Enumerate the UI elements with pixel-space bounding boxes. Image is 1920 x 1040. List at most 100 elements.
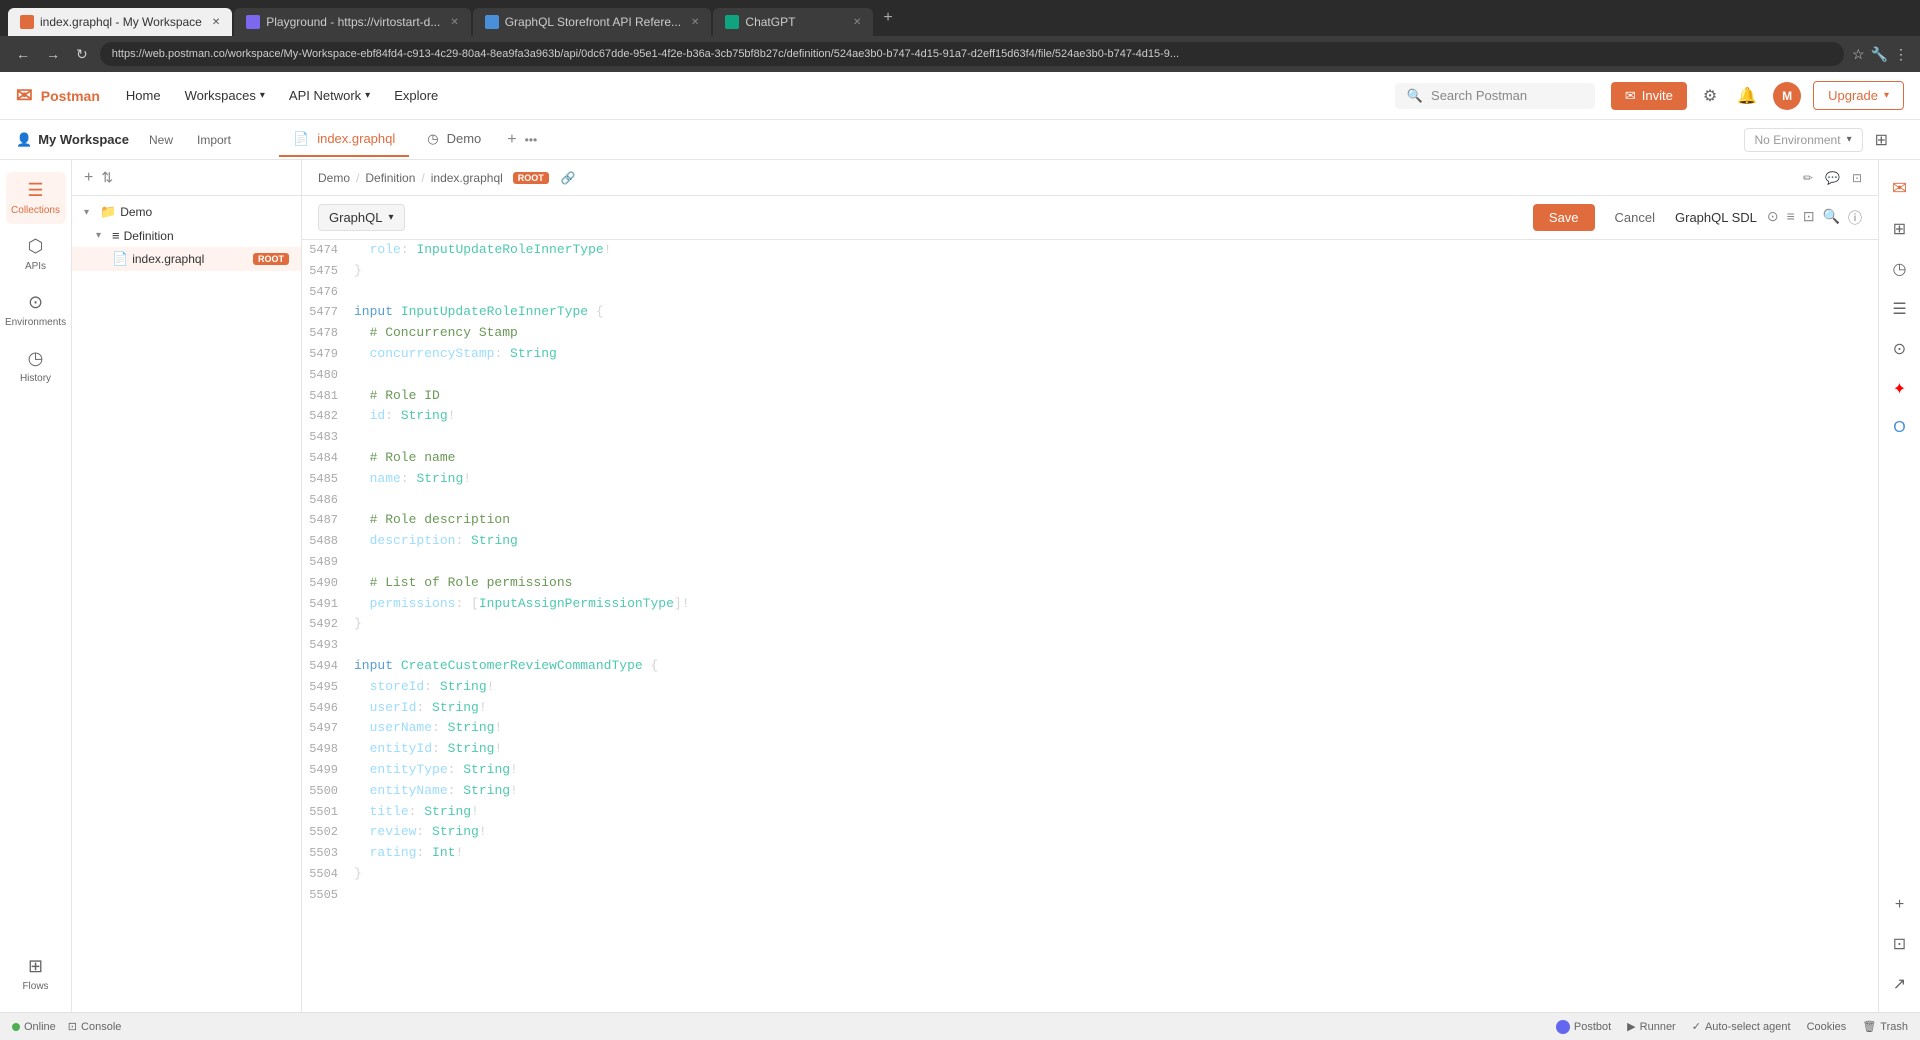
browser-tab-3[interactable]: GraphQL Storefront API Refere... ✕ bbox=[473, 8, 712, 36]
rs-icon-7[interactable]: O bbox=[1887, 413, 1911, 443]
tab-demo[interactable]: ◷ Demo bbox=[413, 123, 495, 157]
browser-tab-4[interactable]: ChatGPT ✕ bbox=[713, 8, 873, 36]
browser-tab-2[interactable]: Playground - https://virtostart-d... ✕ bbox=[234, 8, 470, 36]
code-line: 5491 permissions: [InputAssignPermission… bbox=[302, 594, 1878, 615]
new-tab-button[interactable]: + bbox=[875, 9, 900, 27]
trash-button[interactable]: 🗑 Trash bbox=[1862, 1020, 1908, 1033]
tab-close-4[interactable]: ✕ bbox=[853, 17, 861, 28]
align-icon[interactable]: ≡ bbox=[1787, 208, 1795, 228]
console-button[interactable]: ⊡ Console bbox=[68, 1020, 122, 1033]
sidebar-item-apis[interactable]: ⬡ APIs bbox=[6, 228, 66, 280]
help-icon[interactable]: ⓘ bbox=[1848, 208, 1862, 228]
sidebar-item-history[interactable]: ◷ History bbox=[6, 340, 66, 392]
share-icon[interactable]: ⊡ bbox=[1852, 171, 1862, 185]
forward-button[interactable]: → bbox=[42, 42, 64, 66]
demo-label: Demo bbox=[120, 205, 289, 219]
apis-icon: ⬡ bbox=[28, 236, 44, 257]
breadcrumb-link-icon[interactable]: 🔗 bbox=[561, 171, 576, 185]
tab-close-3[interactable]: ✕ bbox=[691, 17, 699, 28]
bookmark-icon[interactable]: ☆ bbox=[1852, 46, 1865, 63]
sidebar-item-environments[interactable]: ⊙ Environments bbox=[6, 284, 66, 336]
demo-arrow: ▾ bbox=[84, 207, 96, 218]
tree-item-definition[interactable]: ▾ ≡ Definition bbox=[72, 224, 301, 247]
format-icon[interactable]: ⊙ bbox=[1767, 208, 1779, 228]
tree-item-demo[interactable]: ▾ 📁 Demo bbox=[72, 200, 301, 224]
status-right: Postbot ▶ Runner ✓ Auto-select agent Coo… bbox=[1556, 1020, 1908, 1034]
rs-icon-2[interactable]: ⊞ bbox=[1887, 213, 1912, 245]
save-button[interactable]: Save bbox=[1533, 204, 1595, 231]
sidebar-item-flows[interactable]: ⊞ Flows bbox=[6, 948, 66, 1000]
import-button[interactable]: Import bbox=[189, 129, 239, 151]
sidebar-item-collections[interactable]: ☰ Collections bbox=[6, 172, 66, 224]
panel-sort-icon[interactable]: ⇅ bbox=[101, 169, 113, 186]
menu-icon[interactable]: ⋮ bbox=[1894, 46, 1908, 63]
line-number: 5482 bbox=[302, 407, 354, 426]
rs-add-icon[interactable]: + bbox=[1889, 890, 1910, 920]
search-bar[interactable]: 🔍 Search Postman bbox=[1395, 83, 1595, 109]
line-number: 5505 bbox=[302, 886, 354, 905]
runner-button[interactable]: ▶ Runner bbox=[1627, 1020, 1676, 1033]
edit-icon[interactable]: ✏ bbox=[1803, 171, 1813, 185]
rs-icon-4[interactable]: ☰ bbox=[1886, 293, 1912, 325]
rs-icon-1[interactable]: ✉ bbox=[1886, 172, 1913, 205]
env-settings-button[interactable]: ⊞ bbox=[1871, 126, 1892, 154]
api-network-label: API Network bbox=[289, 88, 361, 103]
invite-button[interactable]: ✉ Invite bbox=[1611, 82, 1687, 110]
browser-tab-1[interactable]: index.graphql - My Workspace ✕ bbox=[8, 8, 232, 36]
add-tab-button[interactable]: + bbox=[507, 131, 516, 149]
nav-home[interactable]: Home bbox=[116, 82, 171, 109]
rs-icon-6[interactable]: ✦ bbox=[1887, 373, 1912, 405]
breadcrumb-definition[interactable]: Definition bbox=[365, 171, 415, 185]
comment-icon[interactable]: 💬 bbox=[1825, 171, 1840, 185]
more-tabs-button[interactable]: ••• bbox=[525, 133, 538, 147]
line-number: 5492 bbox=[302, 615, 354, 634]
reload-button[interactable]: ↻ bbox=[72, 42, 92, 67]
graphql-selector[interactable]: GraphQL ▾ bbox=[318, 204, 405, 231]
cookies-button[interactable]: Cookies bbox=[1807, 1021, 1847, 1033]
cancel-button[interactable]: Cancel bbox=[1605, 204, 1665, 231]
rs-external-icon[interactable]: ↗ bbox=[1887, 968, 1912, 1000]
left-sidebar: ☰ Collections ⬡ APIs ⊙ Environments ◷ Hi… bbox=[0, 160, 72, 1012]
extensions-icon[interactable]: 🔧 bbox=[1871, 46, 1888, 63]
console-label: Console bbox=[81, 1021, 121, 1033]
tab-index-graphql[interactable]: 📄 index.graphql bbox=[279, 123, 409, 157]
line-content: userName: String! bbox=[354, 718, 1878, 739]
new-button[interactable]: New bbox=[141, 129, 181, 151]
code-line: 5477input InputUpdateRoleInnerType { bbox=[302, 302, 1878, 323]
avatar[interactable]: M bbox=[1773, 82, 1801, 110]
notifications-button[interactable]: 🔔 bbox=[1733, 82, 1761, 110]
settings-button[interactable]: ⚙ bbox=[1699, 82, 1721, 110]
code-editor[interactable]: 5474 role: InputUpdateRoleInnerType!5475… bbox=[302, 240, 1878, 1012]
tab-close-1[interactable]: ✕ bbox=[212, 17, 220, 28]
code-line: 5505 bbox=[302, 885, 1878, 906]
upgrade-button[interactable]: Upgrade ▾ bbox=[1813, 81, 1904, 110]
rs-icon-5[interactable]: ⊙ bbox=[1887, 333, 1912, 365]
logo-text: Postman bbox=[41, 88, 100, 104]
nav-api-network[interactable]: API Network ▾ bbox=[279, 82, 380, 109]
env-label: No Environment bbox=[1755, 133, 1841, 147]
breadcrumb-sep-1: / bbox=[356, 171, 359, 185]
panel-add-icon[interactable]: + bbox=[84, 169, 93, 187]
auto-select-button[interactable]: ✓ Auto-select agent bbox=[1692, 1020, 1791, 1033]
search-code-icon[interactable]: 🔍 bbox=[1823, 208, 1840, 228]
back-button[interactable]: ← bbox=[12, 42, 34, 66]
breadcrumb-demo[interactable]: Demo bbox=[318, 171, 350, 185]
index-graphql-label: index.graphql bbox=[132, 252, 249, 266]
code-line: 5478 # Concurrency Stamp bbox=[302, 323, 1878, 344]
postbot-button[interactable]: Postbot bbox=[1556, 1020, 1611, 1034]
line-number: 5489 bbox=[302, 553, 354, 572]
line-number: 5478 bbox=[302, 324, 354, 343]
tree-item-index-graphql[interactable]: 📄 index.graphql ROOT bbox=[72, 247, 301, 271]
nav-explore[interactable]: Explore bbox=[384, 82, 448, 109]
online-status[interactable]: Online bbox=[12, 1021, 56, 1033]
line-number: 5474 bbox=[302, 241, 354, 260]
url-bar[interactable] bbox=[100, 42, 1844, 66]
collections-icon: ☰ bbox=[27, 180, 43, 201]
rs-icon-3[interactable]: ◷ bbox=[1887, 253, 1913, 285]
tab-close-2[interactable]: ✕ bbox=[450, 17, 458, 28]
env-selector[interactable]: No Environment ▾ bbox=[1744, 128, 1863, 152]
nav-workspaces[interactable]: Workspaces ▾ bbox=[175, 82, 275, 109]
rs-expand-icon[interactable]: ⊡ bbox=[1887, 928, 1912, 960]
breadcrumb-index-graphql[interactable]: index.graphql bbox=[431, 171, 503, 185]
copy-icon[interactable]: ⊡ bbox=[1803, 208, 1815, 228]
